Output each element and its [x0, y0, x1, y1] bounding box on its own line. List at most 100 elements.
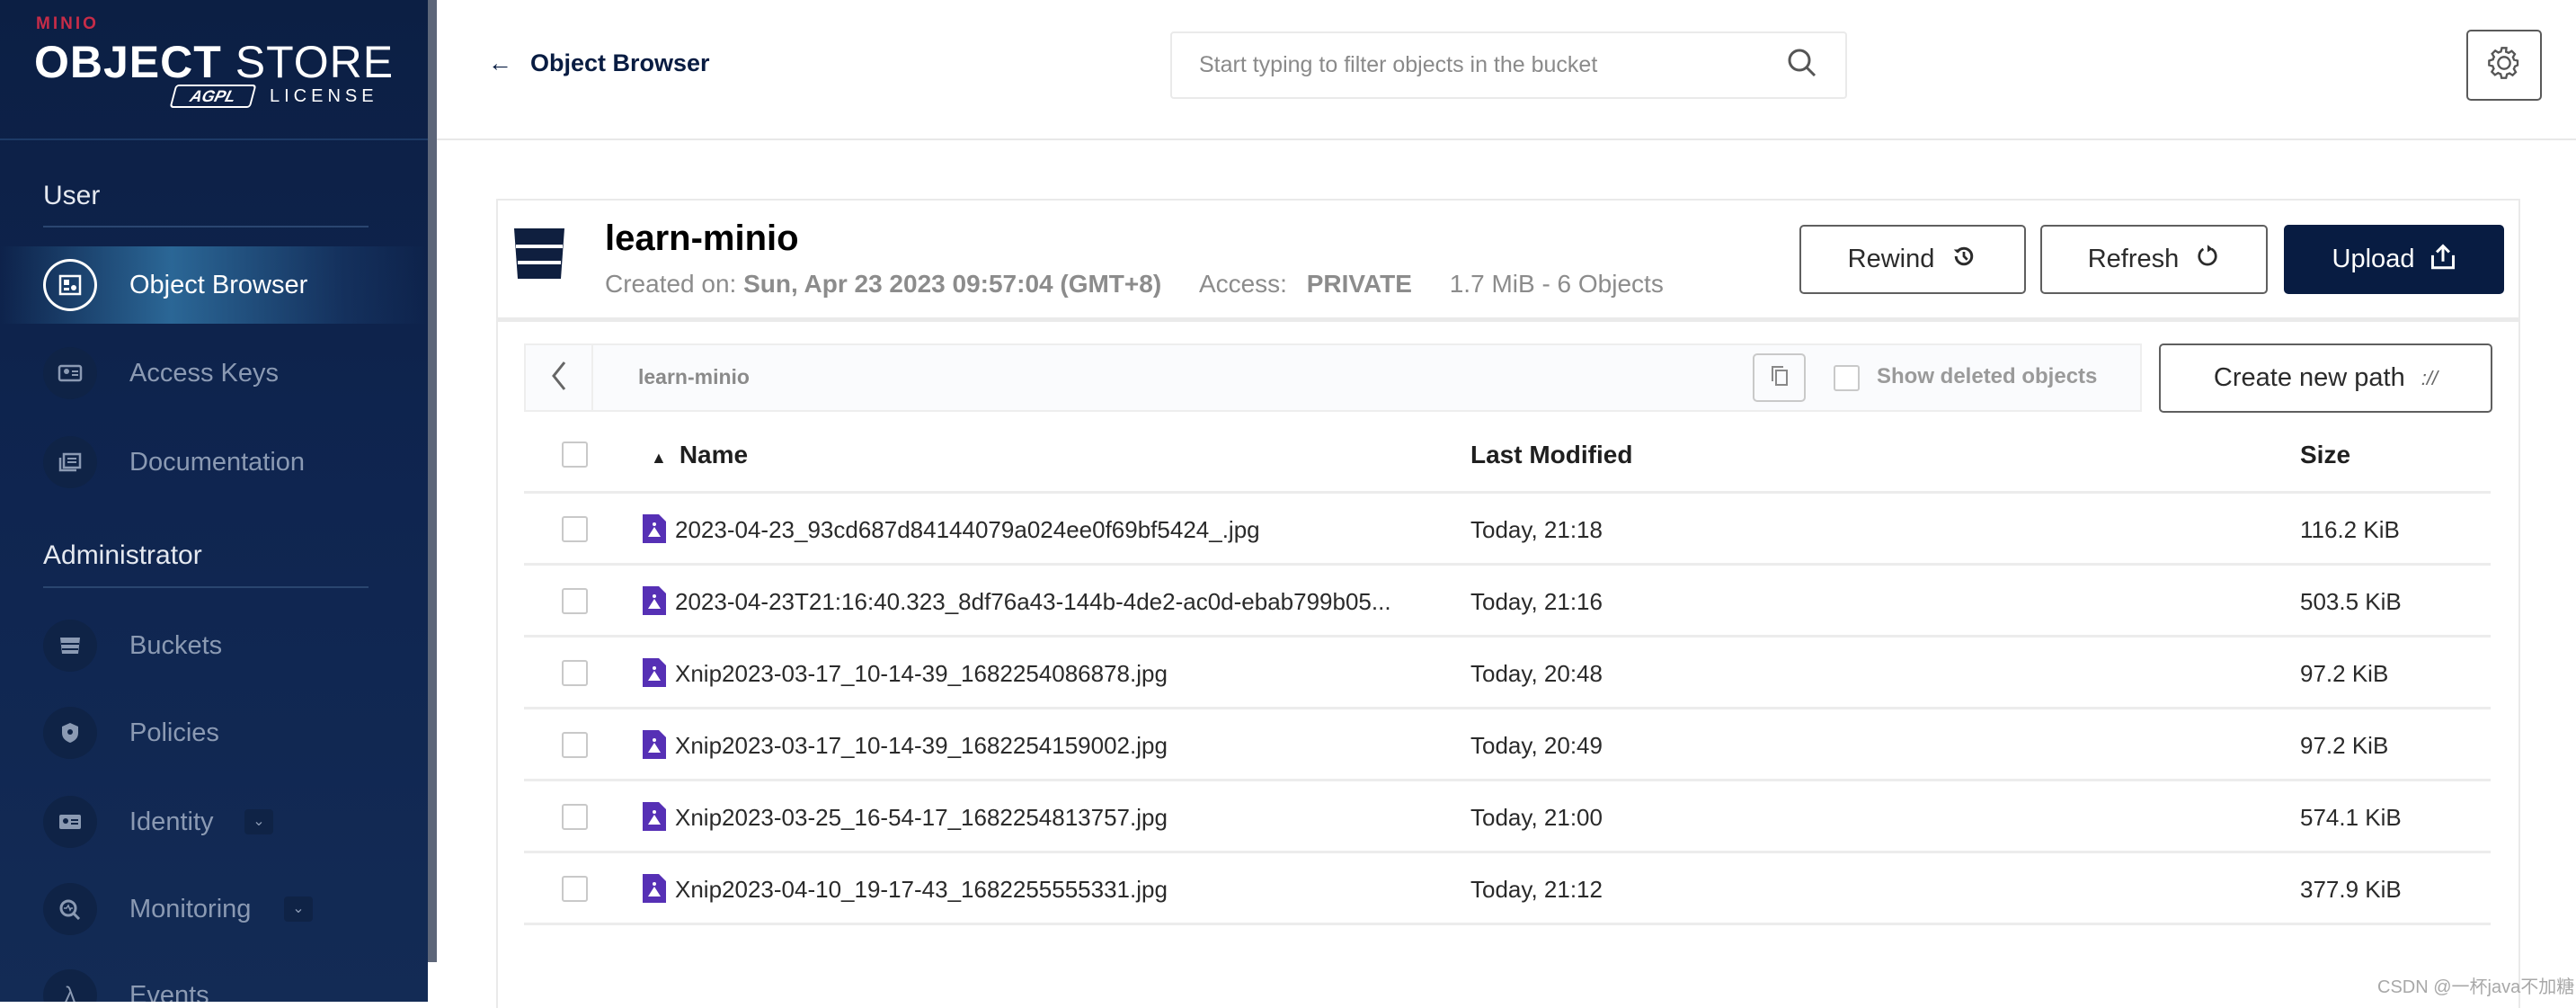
table-row[interactable]: Xnip2023-03-17_10-14-39_1682254086878.jp…	[524, 638, 2491, 709]
settings-button[interactable]	[2466, 30, 2542, 101]
access-value: PRIVATE	[1306, 270, 1412, 298]
divider	[496, 317, 2520, 322]
show-deleted-label: Show deleted objects	[1877, 364, 2098, 388]
chevron-down-icon[interactable]: ⌄	[244, 809, 273, 834]
upload-button[interactable]: Upload	[2284, 225, 2504, 294]
image-file-icon	[643, 514, 666, 548]
sidebar-item-label: Policies	[129, 718, 219, 747]
new-path-icon: ://	[2421, 366, 2438, 389]
image-file-icon	[643, 730, 666, 763]
row-checkbox[interactable]	[562, 804, 588, 830]
rewind-button[interactable]: Rewind	[1799, 225, 2026, 294]
bucket-icon	[512, 227, 566, 285]
bucket-icon	[43, 620, 97, 672]
column-header-last-modified[interactable]: Last Modified	[1470, 441, 1632, 469]
bucket-name: learn-minio	[605, 219, 799, 258]
sidebar-item-label: Documentation	[129, 447, 306, 477]
table-row[interactable]: 2023-04-23_93cd687d84144079a024ee0f69bf5…	[524, 494, 2491, 566]
sort-asc-icon: ▲	[651, 449, 667, 467]
sidebar-scrollbar[interactable]	[428, 0, 437, 962]
row-checkbox[interactable]	[562, 876, 588, 902]
sidebar-item-buckets[interactable]: Buckets	[0, 607, 428, 684]
sidebar-item-documentation[interactable]: Documentation	[0, 424, 428, 501]
object-last-modified: Today, 21:18	[1470, 516, 1603, 543]
upload-icon	[2430, 243, 2456, 277]
image-file-icon	[643, 802, 666, 835]
policies-icon	[43, 707, 97, 759]
divider	[437, 138, 2576, 140]
logo-product: OBJECT STORE	[34, 37, 395, 87]
bucket-meta: Created on: Sun, Apr 23 2023 09:57:04 (G…	[605, 270, 1664, 298]
show-deleted-checkbox[interactable]	[1834, 365, 1860, 391]
object-name[interactable]: Xnip2023-03-17_10-14-39_1682254086878.jp…	[675, 660, 1168, 688]
divider	[43, 226, 369, 227]
sidebar-item-label: Identity	[129, 807, 214, 836]
search-input[interactable]	[1199, 52, 1786, 78]
object-last-modified: Today, 20:48	[1470, 660, 1603, 687]
divider	[524, 923, 2491, 925]
page-title: Object Browser	[530, 49, 710, 76]
arrow-left-icon: ←	[488, 49, 512, 76]
chevron-down-icon[interactable]: ⌄	[284, 896, 313, 922]
breadcrumb[interactable]: learn-minio	[638, 365, 750, 389]
sidebar-item-label: Monitoring	[129, 894, 252, 923]
select-all-checkbox[interactable]	[562, 442, 588, 468]
section-user: User	[43, 181, 101, 210]
object-size: 377.9 KiB	[2300, 876, 2402, 903]
breadcrumb-bar: learn-minio Show deleted objects	[524, 343, 2142, 412]
object-size: 97.2 KiB	[2300, 732, 2389, 759]
table-row[interactable]: Xnip2023-04-10_19-17-43_1682255555331.jp…	[524, 853, 2491, 925]
back-button[interactable]	[526, 345, 593, 410]
object-name[interactable]: Xnip2023-03-25_16-54-17_1682254813757.jp…	[675, 804, 1168, 832]
refresh-icon	[2195, 243, 2220, 277]
image-file-icon	[643, 586, 666, 620]
access-keys-icon	[43, 347, 97, 399]
identity-icon	[43, 796, 97, 848]
chevron-left-icon	[550, 360, 568, 397]
create-new-path-button[interactable]: Create new path ://	[2159, 343, 2492, 413]
sidebar-item-access-keys[interactable]: Access Keys	[0, 335, 428, 412]
sidebar-item-label: Access Keys	[129, 358, 279, 388]
table-row[interactable]: Xnip2023-03-25_16-54-17_1682254813757.jp…	[524, 781, 2491, 853]
copy-icon	[1770, 364, 1790, 392]
documentation-icon	[43, 436, 97, 488]
watermark: CSDN @一杯java不加糖	[2377, 977, 2575, 997]
divider	[43, 586, 369, 588]
sidebar-item-object-browser[interactable]: Object Browser	[0, 246, 428, 324]
created-date: Sun, Apr 23 2023 09:57:04 (GMT+8)	[743, 270, 1162, 298]
gear-icon	[2486, 45, 2522, 85]
object-last-modified: Today, 21:00	[1470, 804, 1603, 831]
object-name[interactable]: Xnip2023-03-17_10-14-39_1682254159002.jp…	[675, 732, 1168, 760]
object-name[interactable]: Xnip2023-04-10_19-17-43_1682255555331.jp…	[675, 876, 1168, 904]
object-size: 116.2 KiB	[2300, 516, 2400, 543]
sidebar-item-identity[interactable]: Identity ⌄	[0, 783, 428, 861]
column-header-size[interactable]: Size	[2300, 441, 2350, 469]
object-last-modified: Today, 20:49	[1470, 732, 1603, 759]
sidebar-item-label: Events	[129, 980, 209, 1003]
table-row[interactable]: 2023-04-23T21:16:40.323_8df76a43-144b-4d…	[524, 566, 2491, 638]
object-size: 97.2 KiB	[2300, 660, 2389, 687]
agpl-logo: AGPL	[169, 85, 257, 108]
sidebar-item-monitoring[interactable]: Monitoring ⌄	[0, 870, 428, 948]
row-checkbox[interactable]	[562, 660, 588, 686]
monitoring-icon	[43, 883, 97, 935]
lambda-icon: λ	[43, 969, 97, 1002]
row-checkbox[interactable]	[562, 732, 588, 758]
row-checkbox[interactable]	[562, 588, 588, 614]
row-checkbox[interactable]	[562, 516, 588, 542]
sidebar: MINIO OBJECT STORE AGPL LICENSE User Obj…	[0, 0, 428, 1002]
table-row[interactable]: Xnip2023-03-17_10-14-39_1682254159002.jp…	[524, 709, 2491, 781]
sidebar-item-policies[interactable]: Policies	[0, 694, 428, 772]
sidebar-item-events[interactable]: λ Events	[0, 957, 428, 1002]
object-name[interactable]: 2023-04-23_93cd687d84144079a024ee0f69bf5…	[675, 516, 1260, 544]
sidebar-item-label: Object Browser	[129, 270, 308, 299]
back-link[interactable]: ← Object Browser	[488, 49, 710, 77]
search-icon[interactable]	[1786, 47, 1818, 84]
object-name[interactable]: 2023-04-23T21:16:40.323_8df76a43-144b-4d…	[675, 588, 1391, 616]
column-header-name[interactable]: ▲ Name	[651, 441, 748, 469]
section-administrator: Administrator	[43, 540, 202, 570]
logo-brand: MINIO	[36, 14, 99, 33]
object-browser-icon	[43, 259, 97, 311]
refresh-button[interactable]: Refresh	[2040, 225, 2268, 294]
copy-path-button[interactable]	[1753, 353, 1806, 402]
